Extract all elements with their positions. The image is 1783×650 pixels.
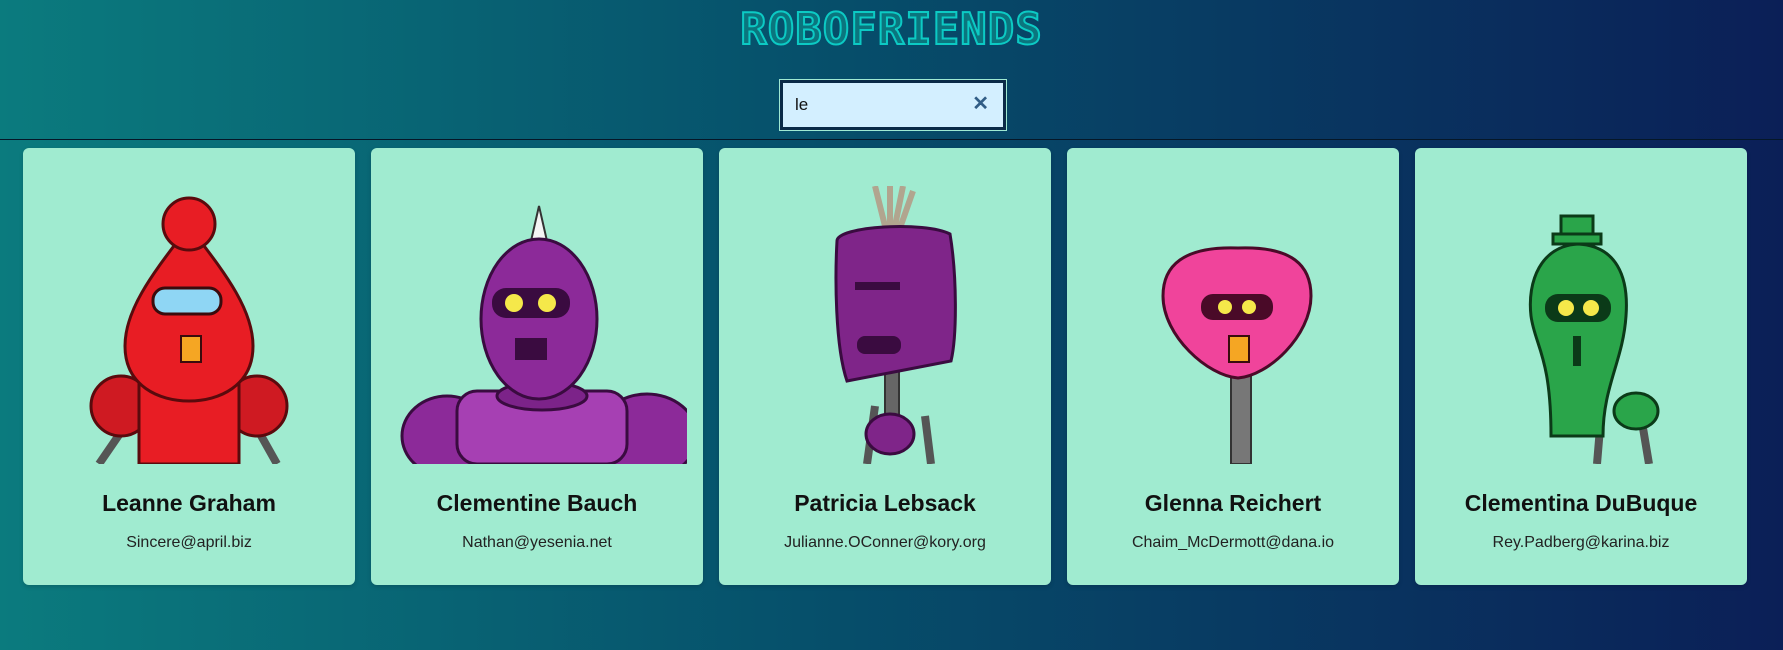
robot-email: Chaim_McDermott@dana.io (1131, 534, 1335, 551)
robot-email: Sincere@april.biz (126, 534, 252, 551)
search-box[interactable]: ✕ (779, 79, 1007, 131)
robot-avatar-image (1431, 186, 1731, 464)
robot-email: Julianne.OConner@kory.org (784, 534, 986, 551)
robot-avatar-image (39, 186, 339, 464)
robot-name: Clementine Bauch (436, 490, 638, 516)
robot-card: Clementine Bauch Nathan@yesenia.net (371, 148, 703, 585)
close-icon[interactable]: ✕ (972, 93, 989, 115)
robot-name: Patricia Lebsack (794, 490, 976, 516)
robot-avatar-image (1083, 186, 1383, 464)
search-input[interactable] (795, 90, 965, 120)
header: ROBOFRIENDS ✕ (0, 0, 1783, 140)
robot-card: Leanne Graham Sincere@april.biz (23, 148, 355, 585)
robot-name: Glenna Reichert (1144, 490, 1322, 516)
robot-avatar-image (387, 186, 687, 464)
robot-card: Patricia Lebsack Julianne.OConner@kory.o… (719, 148, 1051, 585)
robot-name: Leanne Graham (102, 490, 276, 516)
robot-name: Clementina DuBuque (1464, 490, 1698, 516)
robot-email: Nathan@yesenia.net (462, 534, 612, 551)
robot-email: Rey.Padberg@karina.biz (1492, 534, 1670, 551)
robot-avatar-image (735, 186, 1035, 464)
app-title: ROBOFRIENDS (739, 3, 1043, 56)
robot-card: Clementina DuBuque Rey.Padberg@karina.bi… (1415, 148, 1747, 585)
robot-card: Glenna Reichert Chaim_McDermott@dana.io (1067, 148, 1399, 585)
